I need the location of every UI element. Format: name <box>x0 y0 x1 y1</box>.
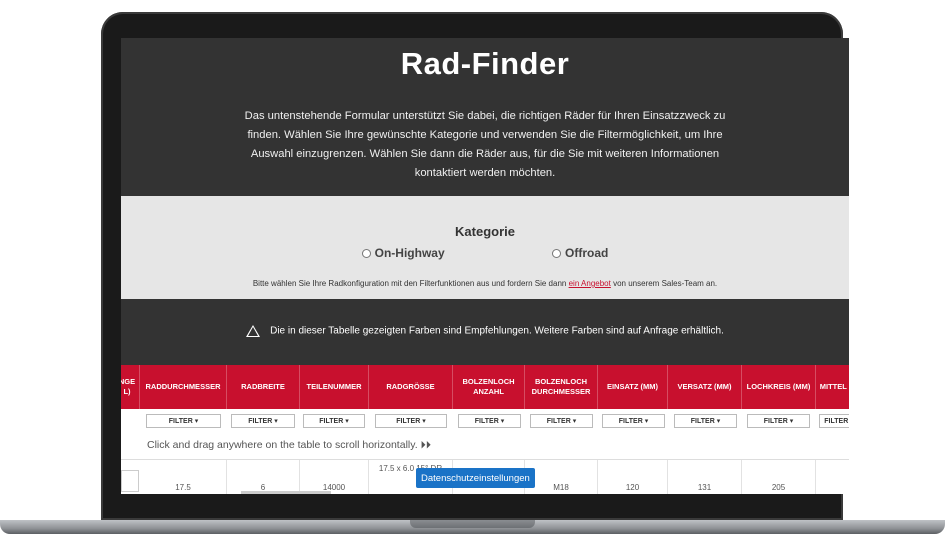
category-options: On-Highway Offroad <box>121 246 849 260</box>
filter-button[interactable]: FILTER ▾ <box>375 414 447 428</box>
table-cell: 17.5 <box>140 460 227 494</box>
filter-button[interactable]: FILTER ▾ <box>303 414 365 428</box>
quote-link[interactable]: ein Angebot <box>569 279 611 288</box>
column-header: EINSATZ (MM) <box>598 365 668 409</box>
table-cell: 120 <box>598 460 668 494</box>
table-cell <box>121 470 139 492</box>
radio-circle-icon[interactable] <box>361 249 371 259</box>
hero-section: Rad-Finder Das untenstehende Formular un… <box>121 38 849 196</box>
column-header: TEILENUMMER <box>300 365 369 409</box>
radio-on-highway[interactable]: On-Highway <box>361 246 445 260</box>
filter-row: FILTER ▾ FILTER ▾ FILTER ▾ FILTER ▾ FILT… <box>121 409 849 433</box>
warning-icon <box>246 325 261 337</box>
page-title: Rad-Finder <box>400 46 570 81</box>
category-title: Kategorie <box>455 224 515 239</box>
drag-hint: Click and drag anywhere on the table to … <box>147 439 432 451</box>
column-header: NGE L) <box>121 365 140 409</box>
laptop-notch <box>410 520 535 528</box>
table-cell: 131 <box>668 460 742 494</box>
column-header: RADBREITE <box>227 365 300 409</box>
laptop-screen: Rad-Finder Das untenstehende Formular un… <box>121 38 849 494</box>
column-header: LOCHKREIS (MM) <box>742 365 816 409</box>
table-header: NGE L) RADDURCHMESSER RADBREITE TEILENUM… <box>121 365 849 409</box>
table-cell: 6 <box>227 460 300 494</box>
filter-button[interactable]: FILTER ▾ <box>602 414 665 428</box>
table-cell: 14000 <box>300 460 369 494</box>
radio-label-on-highway: On-Highway <box>374 246 445 260</box>
notice-banner: Die in dieser Tabelle gezeigten Farben s… <box>121 299 849 365</box>
column-header: RADDURCHMESSER <box>140 365 227 409</box>
notice-text: Die in dieser Tabelle gezeigten Farben s… <box>270 325 724 337</box>
filter-button[interactable]: FILTER ▾ <box>747 414 810 428</box>
radio-circle-icon[interactable] <box>552 249 561 259</box>
hint-text-before: Bitte wählen Sie Ihre Radkonfiguration m… <box>252 279 567 288</box>
radio-label-offroad: Offroad <box>565 246 609 260</box>
horizontal-scrollbar[interactable] <box>241 491 331 494</box>
filter-button[interactable]: FILTER ▾ <box>146 414 221 428</box>
privacy-settings-button[interactable]: Datenschutzeinstellungen <box>416 468 535 488</box>
intro-text: Das untenstehende Formular unterstützt S… <box>244 110 726 179</box>
table-cell: 205 <box>742 460 816 494</box>
filter-button[interactable]: FILTER ▾ <box>231 414 295 428</box>
column-header: BOLZENLOCH ANZAHL <box>453 365 525 409</box>
column-header: MITTEL ( <box>816 365 849 409</box>
column-header: BOLZENLOCH DURCHMESSER <box>525 365 598 409</box>
radio-offroad[interactable]: Offroad <box>552 246 608 260</box>
category-section: Kategorie On-Highway Offroad Bitte wähle… <box>121 196 849 299</box>
table-cell: M18 <box>525 460 598 494</box>
column-header: VERSATZ (MM) <box>668 365 742 409</box>
filter-button[interactable]: FILTER ▾ <box>819 414 849 428</box>
filter-button[interactable]: FILTER ▾ <box>674 414 737 428</box>
filter-button[interactable]: FILTER ▾ <box>530 414 593 428</box>
filter-button[interactable]: FILTER ▾ <box>458 414 521 428</box>
hint-text-after: von unserem Sales-Team an. <box>613 279 718 288</box>
selection-hint: Bitte wählen Sie Ihre Radkonfiguration m… <box>121 279 849 288</box>
column-header: RADGRÖSSE <box>369 365 453 409</box>
table-cell <box>816 460 849 494</box>
